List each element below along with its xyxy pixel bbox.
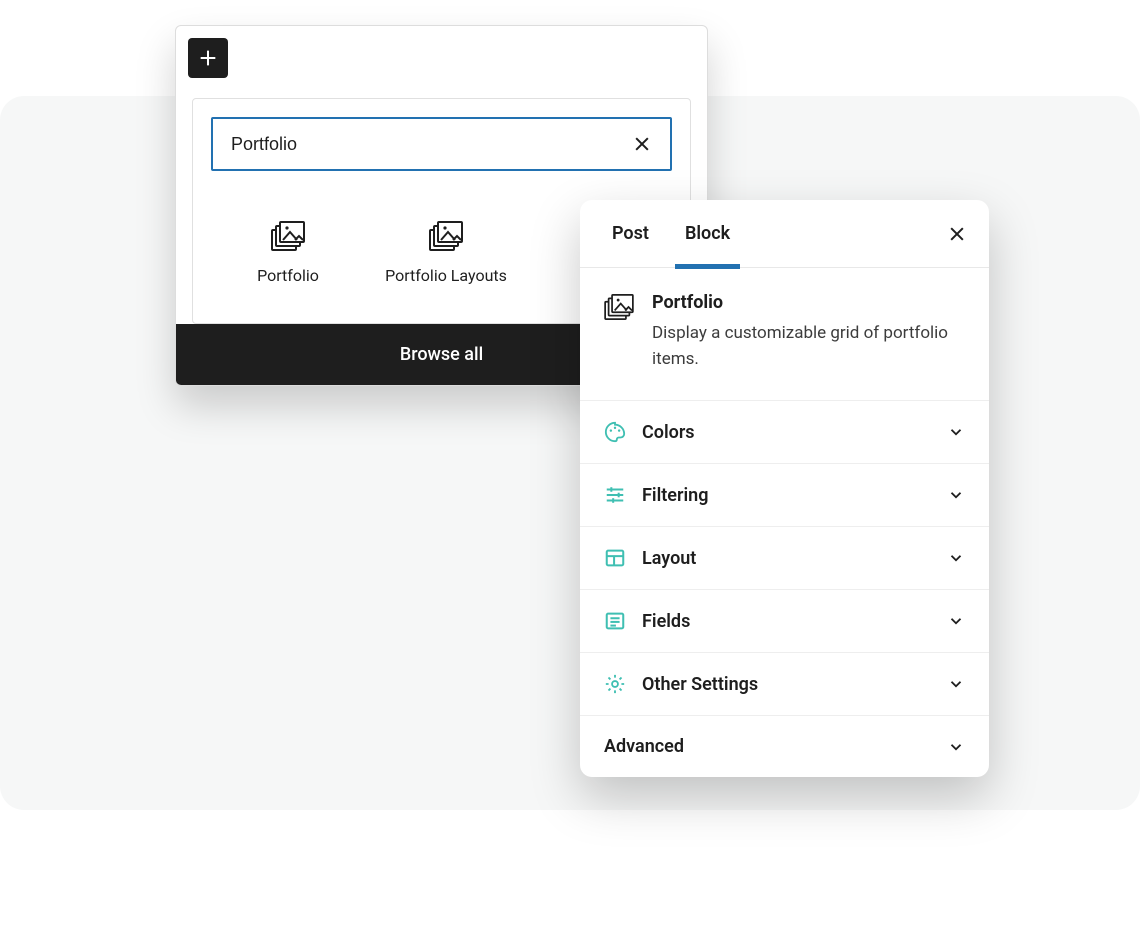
section-label: Fields — [642, 611, 931, 632]
section-fields[interactable]: Fields — [580, 590, 989, 653]
block-result-label: Portfolio — [213, 265, 363, 287]
inserter-toolbar — [176, 26, 707, 90]
section-advanced[interactable]: Advanced — [580, 716, 989, 777]
portfolio-block-icon — [213, 221, 363, 251]
block-result-portfolio[interactable]: Portfolio — [209, 213, 367, 295]
block-info-title: Portfolio — [652, 292, 965, 313]
add-block-button[interactable] — [188, 38, 228, 78]
portfolio-block-icon — [604, 292, 634, 372]
portfolio-layouts-block-icon — [371, 221, 521, 251]
clear-search-button[interactable] — [632, 134, 652, 154]
search-box[interactable] — [211, 117, 672, 171]
section-label: Layout — [642, 548, 931, 569]
close-settings-button[interactable] — [939, 216, 975, 252]
search-input[interactable] — [231, 134, 632, 155]
chevron-down-icon — [947, 486, 965, 504]
section-colors[interactable]: Colors — [580, 401, 989, 464]
close-icon — [632, 134, 652, 154]
gear-icon — [604, 673, 626, 695]
block-info-description: Display a customizable grid of portfolio… — [652, 321, 965, 372]
plus-icon — [197, 47, 219, 69]
section-label: Other Settings — [642, 674, 931, 695]
chevron-down-icon — [947, 675, 965, 693]
settings-panel: Post Block Portfolio — [580, 200, 989, 777]
section-label: Filtering — [642, 485, 931, 506]
section-other-settings[interactable]: Other Settings — [580, 653, 989, 716]
search-wrap — [193, 99, 690, 189]
sliders-icon — [604, 484, 626, 506]
block-result-label: Portfolio Layouts — [371, 265, 521, 287]
block-result-portfolio-layouts[interactable]: Portfolio Layouts — [367, 213, 525, 295]
chevron-down-icon — [947, 423, 965, 441]
block-info-text: Portfolio Display a customizable grid of… — [652, 292, 965, 372]
palette-icon — [604, 421, 626, 443]
section-layout[interactable]: Layout — [580, 527, 989, 590]
chevron-down-icon — [947, 612, 965, 630]
tab-post[interactable]: Post — [594, 200, 667, 268]
fields-icon — [604, 610, 626, 632]
section-label: Advanced — [604, 736, 931, 757]
chevron-down-icon — [947, 549, 965, 567]
close-icon — [947, 224, 967, 244]
layout-icon — [604, 547, 626, 569]
block-info: Portfolio Display a customizable grid of… — [580, 268, 989, 401]
section-label: Colors — [642, 422, 931, 443]
section-filtering[interactable]: Filtering — [580, 464, 989, 527]
tab-block[interactable]: Block — [667, 200, 748, 268]
settings-tabs: Post Block — [580, 200, 989, 268]
chevron-down-icon — [947, 738, 965, 756]
